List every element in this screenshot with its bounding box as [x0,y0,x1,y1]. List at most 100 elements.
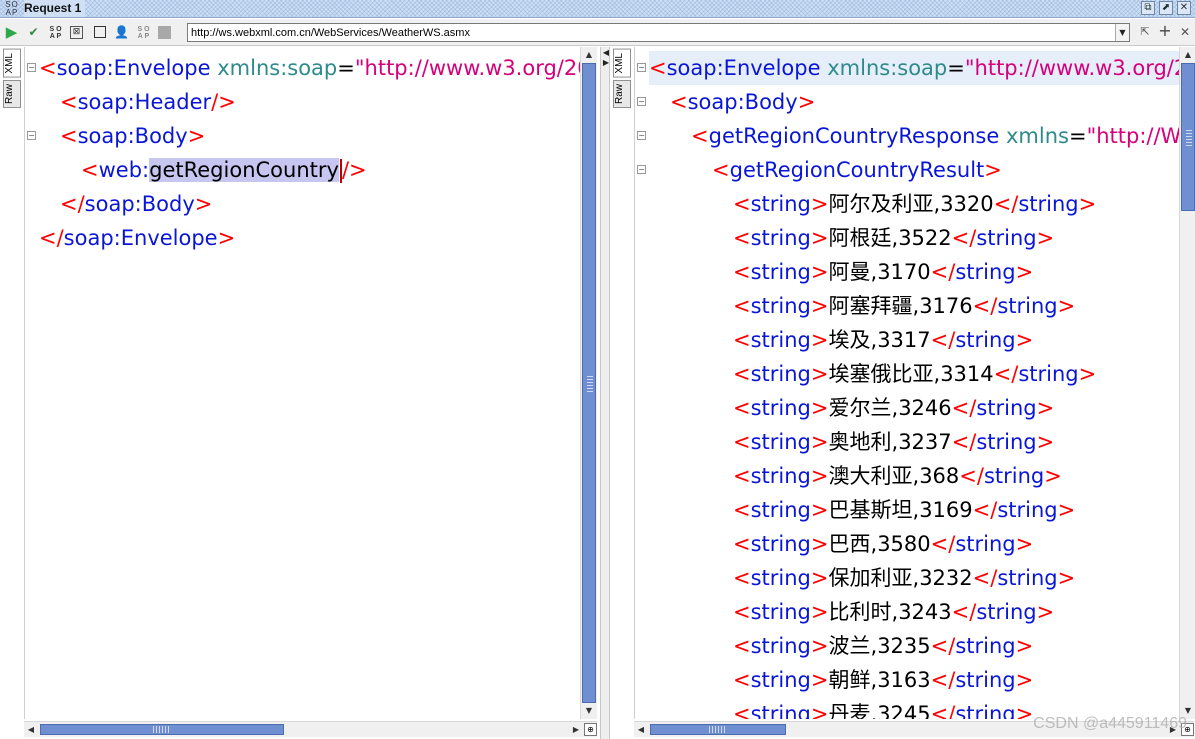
tab-xml[interactable]: XML [3,49,21,78]
xml-attribute-name: xmlns:soap [827,56,948,80]
xml-line[interactable]: <string>阿根廷,3522</string> [649,221,1179,255]
remove-endpoint-icon[interactable]: ✕ [1178,25,1192,39]
close-icon[interactable]: ✕ [1177,1,1191,15]
xml-line[interactable]: <string>比利时,3243</string> [649,595,1179,629]
xml-line[interactable]: <string>阿尔及利亚,3320</string> [649,187,1179,221]
xml-line[interactable]: <getRegionCountryResult> [649,153,1179,187]
xml-bracket: < [733,226,751,250]
xml-bracket: > [187,124,206,148]
xml-line[interactable]: </soap:Envelope> [39,221,580,255]
xml-line[interactable]: <getRegionCountryResponse xmlns="http://… [649,119,1179,153]
xml-line[interactable]: <string>阿曼,3170</string> [649,255,1179,289]
xml-text-value: 阿塞拜疆,3176 [828,294,973,318]
soap-version-icon[interactable]: S OA P [136,25,151,40]
xml-line[interactable]: <string>爱尔兰,3246</string> [649,391,1179,425]
scroll-right-icon[interactable]: ▶ [569,722,583,737]
create-empty-request-icon[interactable]: S OA P [48,25,63,40]
layout-toggle-icon[interactable]: ⇱ [1138,25,1152,39]
xml-bracket: < [733,260,751,284]
xml-bracket: </ [951,430,977,454]
fold-toggle-icon[interactable]: − [637,131,646,140]
scrollbar-thumb[interactable] [40,724,284,735]
xml-text-value: 丹麦,3245 [828,702,931,719]
xml-attribute-value: "http://WebXml.com.cn/" [1086,124,1179,148]
horizontal-scrollbar[interactable]: ◀ ▶ ⊕ [24,721,597,737]
xml-line[interactable]: <string>朝鲜,3163</string> [649,663,1179,697]
xml-bracket: > [1015,532,1034,556]
scrollbar-thumb[interactable] [1181,63,1195,211]
response-view-tabs: XML Raw [613,49,631,110]
xml-tag-name: string [750,226,811,250]
fold-toggle-icon[interactable]: − [637,97,646,106]
scroll-up-icon[interactable]: ▲ [1180,47,1195,63]
xml-text-value: 爱尔兰,3246 [828,396,952,420]
add-endpoint-icon[interactable]: + [1158,23,1172,39]
xml-bracket: > [1036,396,1055,420]
submit-request-icon[interactable]: ▶ [4,25,19,40]
xml-tag-name: string [750,668,811,692]
xml-line[interactable]: <soap:Body> [649,85,1179,119]
xml-line[interactable]: <string>澳大利亚,368</string> [649,459,1179,493]
user-icon[interactable]: 👤 [114,25,129,40]
fold-toggle-icon[interactable]: − [27,63,36,72]
pane-splitter[interactable]: ◀ ▶ [600,47,610,739]
scrollbar-thumb[interactable] [582,63,596,703]
xml-line[interactable]: <string>波兰,3235</string> [649,629,1179,663]
tab-xml[interactable]: XML [613,49,631,78]
xml-attribute-name: xmlns:soap [217,56,338,80]
collapse-left-icon[interactable]: ◀ [602,49,610,57]
xml-line[interactable]: <soap:Envelope xmlns:soap="http://www.w3… [649,51,1179,85]
xml-bracket: < [733,668,751,692]
clone-request-icon[interactable] [94,26,106,38]
response-xml-editor[interactable]: − − − − <soap:Envelope xmlns:soap="http:… [634,47,1179,719]
response-xml-content[interactable]: <soap:Envelope xmlns:soap="http://www.w3… [649,51,1179,719]
fold-toggle-icon[interactable]: − [637,165,646,174]
xml-bracket: > [1015,668,1034,692]
xml-line[interactable]: <string>埃塞俄比亚,3314</string> [649,357,1179,391]
recreate-request-icon[interactable]: ⊠ [70,26,83,39]
xml-line[interactable]: <string>保加利亚,3232</string> [649,561,1179,595]
fold-toggle-icon[interactable]: − [27,131,36,140]
xml-bracket: < [39,56,57,80]
endpoint-url-combo[interactable]: ▼ [187,23,1130,42]
fold-toggle-icon[interactable]: − [637,63,646,72]
scroll-down-icon[interactable]: ▼ [581,703,597,719]
xml-line[interactable]: <string>埃及,3317</string> [649,323,1179,357]
maximize-icon[interactable]: ⬈ [1159,1,1173,15]
vertical-scrollbar[interactable]: ▲ ▼ [580,47,597,719]
vertical-scrollbar[interactable]: ▲ ▼ [1179,47,1195,719]
chevron-down-icon[interactable]: ▼ [1115,24,1129,41]
tab-raw[interactable]: Raw [613,79,631,108]
xml-attribute-value: "http://www.w3.org/2003/05/soap-envelope… [354,56,580,80]
xml-line[interactable]: <string>巴基斯坦,3169</string> [649,493,1179,527]
zoom-icon[interactable]: ⊕ [584,723,597,736]
restore-icon[interactable]: ⧉ [1141,1,1155,15]
xml-tag-name: string [955,328,1016,352]
xml-text-value: 巴基斯坦,3169 [828,498,973,522]
xml-line[interactable]: <soap:Envelope xmlns:soap="http://www.w3… [39,51,580,85]
xml-line[interactable]: <web:getRegionCountry/> [39,153,580,187]
xml-line[interactable]: <string>奥地利,3237</string> [649,425,1179,459]
scrollbar-thumb[interactable] [650,724,786,735]
xml-tag-name: string [750,600,811,624]
xml-line[interactable]: <soap:Header/> [39,85,580,119]
xml-line[interactable]: </soap:Body> [39,187,580,221]
scroll-up-icon[interactable]: ▲ [581,47,597,63]
request-xml-content[interactable]: <soap:Envelope xmlns:soap="http://www.w3… [39,51,580,255]
xml-bracket: > [810,600,829,624]
endpoint-url-input[interactable] [188,24,1115,41]
xml-bracket: /> [341,158,367,182]
xml-tag-name: string [1018,362,1079,386]
xml-equals: = [1068,124,1087,148]
scroll-left-icon[interactable]: ◀ [24,722,38,737]
collapse-right-icon[interactable]: ▶ [602,59,610,67]
add-assertion-icon[interactable]: ✔ [26,25,41,40]
scroll-left-icon[interactable]: ◀ [634,722,648,737]
cancel-request-icon[interactable] [158,26,171,39]
xml-line[interactable]: <string>巴西,3580</string> [649,527,1179,561]
request-xml-editor[interactable]: − − <soap:Envelope xmlns:soap="http://ww… [24,47,580,719]
xml-line[interactable]: <string>阿塞拜疆,3176</string> [649,289,1179,323]
tab-raw[interactable]: Raw [3,79,21,108]
xml-bracket: > [797,90,816,114]
xml-line[interactable]: <soap:Body> [39,119,580,153]
